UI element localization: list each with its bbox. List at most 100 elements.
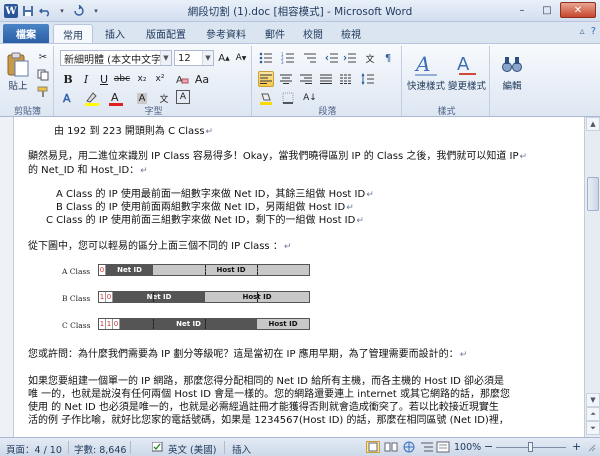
- chevron-down-icon[interactable]: ▼: [160, 51, 171, 65]
- zoom-out-button[interactable]: −: [484, 440, 493, 453]
- svg-text:A: A: [457, 54, 470, 75]
- change-styles-button[interactable]: A 變更樣式: [446, 50, 488, 92]
- doc-text: 活的例 子作比喻，就好比您家的電話號碼，如果是 1234567(Host ID)…: [28, 415, 509, 426]
- align-right-icon[interactable]: [298, 71, 314, 87]
- insert-mode[interactable]: 插入: [232, 442, 251, 456]
- draft-view-icon[interactable]: [436, 441, 450, 456]
- chevron-down-icon[interactable]: ▼: [202, 51, 213, 65]
- maximize-button[interactable]: □: [535, 2, 559, 18]
- grow-font-icon[interactable]: A ▲: [216, 50, 232, 66]
- customize-toolbar-icon[interactable]: ▾: [89, 4, 103, 18]
- bold-icon[interactable]: B: [60, 71, 76, 87]
- web-layout-icon[interactable]: [402, 441, 416, 456]
- show-paragraph-marks-icon[interactable]: ¶: [380, 50, 396, 66]
- document-page[interactable]: 由 192 到 223 開頭則為 C Class ↵ 顯然易見，用二進位來識別 I…: [14, 117, 584, 437]
- shrink-font-icon[interactable]: A ▼: [233, 50, 249, 66]
- scroll-up-icon[interactable]: ▲: [586, 117, 600, 131]
- octet-divider: [257, 265, 258, 275]
- tab-page-layout[interactable]: 版面配置: [138, 24, 194, 43]
- help-icon[interactable]: ?: [591, 26, 596, 37]
- format-painter-icon[interactable]: [35, 84, 51, 99]
- doc-line: 從下圖中，您可以輕易的區分上面三個不同的 IP Class ：↵: [28, 237, 291, 252]
- zoom-slider-thumb[interactable]: [528, 442, 533, 452]
- save-icon[interactable]: [21, 4, 35, 18]
- justify-icon[interactable]: [318, 71, 334, 87]
- zoom-level[interactable]: 100%: [454, 442, 481, 453]
- dropdown-arrow-icon[interactable]: ▾: [55, 4, 69, 18]
- divider: [224, 441, 225, 454]
- tab-view[interactable]: 檢視: [334, 24, 368, 43]
- quick-styles-button[interactable]: A 快速樣式: [406, 50, 446, 92]
- tab-insert[interactable]: 插入: [96, 24, 134, 43]
- change-styles-icon: A: [454, 50, 480, 78]
- cut-icon[interactable]: ✂: [35, 50, 51, 65]
- quick-styles-icon: A: [413, 50, 439, 78]
- superscript-icon[interactable]: x²: [152, 71, 168, 87]
- previous-page-icon[interactable]: ⏶: [586, 407, 600, 421]
- italic-icon[interactable]: I: [78, 71, 94, 87]
- font-size-combo[interactable]: 12 ▼: [174, 50, 214, 66]
- page-indicator[interactable]: 頁面：4 / 10: [6, 442, 62, 456]
- window-controls: – □ ✕: [510, 2, 596, 18]
- multilevel-list-icon[interactable]: [302, 50, 318, 66]
- scroll-down-icon[interactable]: ▼: [586, 393, 600, 407]
- editing-button[interactable]: 編輯: [496, 50, 528, 92]
- resize-grip-icon[interactable]: [588, 444, 596, 455]
- octet-divider: [153, 292, 154, 302]
- asian-layout-icon[interactable]: 文: [362, 50, 378, 66]
- b-class-label: B Class: [62, 294, 91, 303]
- vertical-scrollbar[interactable]: ▲ ▼ ⏶ ⏷: [584, 117, 600, 437]
- align-center-icon[interactable]: [278, 71, 294, 87]
- tab-file[interactable]: 檔案: [3, 24, 49, 43]
- tab-home[interactable]: 常用: [53, 24, 93, 43]
- clear-formatting-icon[interactable]: A: [174, 71, 190, 87]
- paste-button[interactable]: 貼上: [5, 50, 31, 92]
- close-button[interactable]: ✕: [560, 2, 596, 18]
- print-layout-view-icon[interactable]: [366, 441, 380, 456]
- subscript-icon[interactable]: x₂: [134, 71, 150, 87]
- octet-divider: [205, 265, 206, 275]
- next-page-icon[interactable]: ⏷: [586, 421, 600, 435]
- font-name-combo[interactable]: 新細明體 (本文中文字 ▼: [60, 50, 172, 66]
- bullets-icon[interactable]: [258, 50, 274, 66]
- zoom-in-button[interactable]: +: [572, 440, 581, 453]
- host-id-segment: Host ID: [216, 266, 246, 274]
- undo-icon[interactable]: [38, 4, 52, 18]
- change-case-icon[interactable]: Aa: [194, 71, 210, 87]
- distributed-icon[interactable]: [338, 71, 354, 87]
- numbering-icon[interactable]: 123: [280, 50, 296, 66]
- quick-access-toolbar: W ▾ ▾: [4, 3, 103, 19]
- character-border-icon[interactable]: A: [176, 90, 190, 104]
- bit-label: 0: [106, 292, 113, 302]
- copy-icon[interactable]: [35, 67, 51, 82]
- bit-label: 1: [99, 292, 106, 302]
- outline-view-icon[interactable]: [420, 441, 434, 456]
- full-screen-reading-icon[interactable]: [384, 441, 398, 456]
- paragraph-mark-icon: ↵: [459, 350, 468, 360]
- underline-icon[interactable]: U: [96, 71, 112, 87]
- tab-references[interactable]: 參考資料: [198, 24, 254, 43]
- scroll-thumb[interactable]: [587, 177, 599, 211]
- font-group-label: 字型: [144, 107, 163, 117]
- proofing-icon[interactable]: [151, 441, 164, 456]
- strikethrough-icon[interactable]: abc: [114, 71, 130, 87]
- align-left-icon[interactable]: [258, 71, 274, 87]
- word-count[interactable]: 字數: 8,646: [74, 442, 126, 456]
- doc-text: 由 192 到 223 開頭則為 C Class: [54, 126, 205, 137]
- ribbon-home: 貼上 ✂ 剪貼簿 新細明體 (本文中文字 ▼ 12 ▼ A ▲ A ▼ B I U …: [0, 43, 600, 117]
- editing-label: 編輯: [502, 81, 522, 92]
- minimize-button[interactable]: –: [510, 2, 534, 18]
- doc-line: 顯然易見，用二進位來識別 IP Class 容易得多！Okay，當我們曉得區別 …: [28, 147, 527, 162]
- tab-review[interactable]: 校閱: [296, 24, 330, 43]
- word-app-icon: W: [4, 4, 18, 18]
- document-area[interactable]: 由 192 到 223 開頭則為 C Class ↵ 顯然易見，用二進位來識別 I…: [0, 117, 584, 437]
- paragraph-mark-icon: ↵: [366, 190, 374, 200]
- line-spacing-icon[interactable]: [360, 71, 376, 87]
- binoculars-icon: [499, 50, 525, 78]
- tab-mailings[interactable]: 郵件: [258, 24, 292, 43]
- increase-indent-icon[interactable]: [342, 50, 358, 66]
- language-indicator[interactable]: 英文 (美國): [168, 442, 216, 456]
- decrease-indent-icon[interactable]: [324, 50, 340, 66]
- minimize-ribbon-icon[interactable]: ▵: [580, 26, 585, 37]
- redo-icon[interactable]: [72, 4, 86, 18]
